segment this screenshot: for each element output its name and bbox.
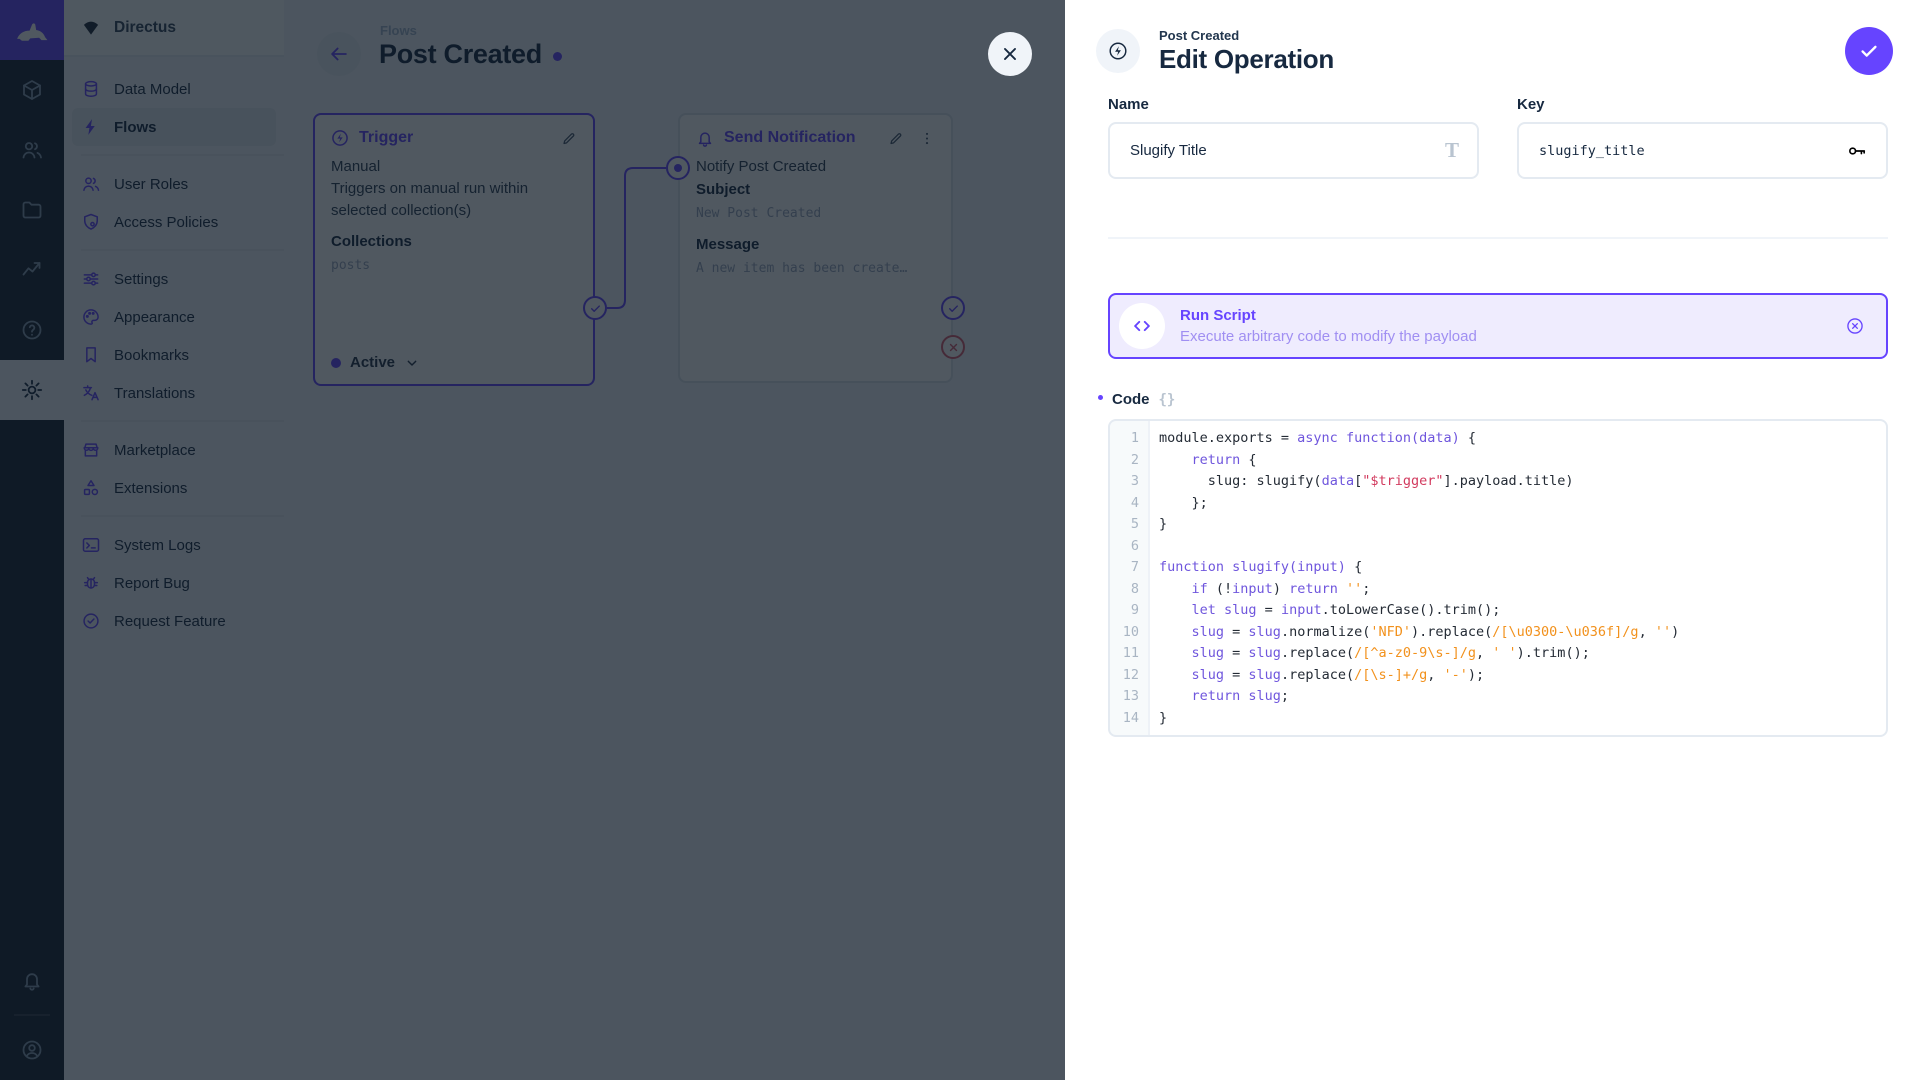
operation-type-banner[interactable]: Run Script Execute arbitrary code to mod… [1108, 293, 1888, 359]
line-number: 14 [1110, 708, 1148, 730]
code-line: 10 slug = slug.normalize('NFD').replace(… [1110, 622, 1886, 644]
edit-operation-drawer: Post Created Edit Operation Name T Key [1065, 0, 1920, 1080]
code-label: Code [1112, 391, 1150, 408]
key-field [1517, 122, 1888, 179]
name-field: T [1108, 122, 1479, 179]
key-icon [1846, 140, 1868, 162]
braces-icon: {} [1159, 392, 1176, 408]
section-divider [1108, 237, 1888, 239]
drawer-breadcrumb: Post Created [1159, 28, 1334, 44]
line-number: 10 [1110, 622, 1148, 644]
line-number: 1 [1110, 428, 1148, 450]
line-number: 11 [1110, 643, 1148, 665]
line-number: 6 [1110, 536, 1148, 558]
code-line: 14} [1110, 708, 1886, 730]
line-number: 8 [1110, 579, 1148, 601]
code-line: 4 }; [1110, 493, 1886, 515]
title-formatter-icon: T [1445, 138, 1459, 163]
key-label: Key [1517, 96, 1888, 113]
drawer-header: Post Created Edit Operation [1065, 0, 1920, 75]
code-field-header: Code {} [1108, 391, 1888, 408]
code-line: 8 if (!input) return ''; [1110, 579, 1886, 601]
name-label: Name [1108, 96, 1479, 113]
key-field-group: Key [1517, 96, 1888, 179]
code-line: 12 slug = slug.replace(/[\s-]+/g, '-'); [1110, 665, 1886, 687]
code-line: 3 slug: slugify(data["$trigger"].payload… [1110, 471, 1886, 493]
close-icon [999, 43, 1021, 65]
operation-type-title: Run Script [1180, 305, 1477, 326]
code-line: 6 [1110, 536, 1886, 558]
code-line: 2 return { [1110, 450, 1886, 472]
code-line: 1module.exports = async function(data) { [1110, 428, 1886, 450]
check-icon [1858, 40, 1880, 62]
operation-type-subtitle: Execute arbitrary code to modify the pay… [1180, 326, 1477, 347]
drawer-title: Edit Operation [1159, 44, 1334, 74]
operation-type-badge [1096, 29, 1140, 73]
required-dot [1098, 395, 1103, 400]
line-number: 12 [1110, 665, 1148, 687]
close-drawer-button[interactable] [988, 32, 1032, 76]
line-number: 3 [1110, 471, 1148, 493]
drawer-overlay[interactable] [0, 0, 1065, 1080]
save-button[interactable] [1845, 27, 1893, 75]
code-editor[interactable]: 1module.exports = async function(data) {… [1108, 419, 1888, 737]
deselect-operation-button[interactable] [1845, 316, 1865, 336]
name-input[interactable] [1128, 141, 1433, 160]
line-number: 5 [1110, 514, 1148, 536]
circle-x-icon [1845, 316, 1865, 336]
code-badge [1119, 303, 1165, 349]
bolt-circle-icon [1107, 40, 1129, 62]
line-number: 9 [1110, 600, 1148, 622]
name-field-group: Name T [1108, 96, 1479, 179]
line-number: 7 [1110, 557, 1148, 579]
code-icon [1131, 315, 1153, 337]
code-line: 11 slug = slug.replace(/[^a-z0-9\s-]/g, … [1110, 643, 1886, 665]
code-line: 7function slugify(input) { [1110, 557, 1886, 579]
line-number: 4 [1110, 493, 1148, 515]
code-line: 13 return slug; [1110, 686, 1886, 708]
code-line: 5} [1110, 514, 1886, 536]
key-input[interactable] [1537, 142, 1846, 160]
line-number: 13 [1110, 686, 1148, 708]
code-line: 9 let slug = input.toLowerCase().trim(); [1110, 600, 1886, 622]
line-number: 2 [1110, 450, 1148, 472]
